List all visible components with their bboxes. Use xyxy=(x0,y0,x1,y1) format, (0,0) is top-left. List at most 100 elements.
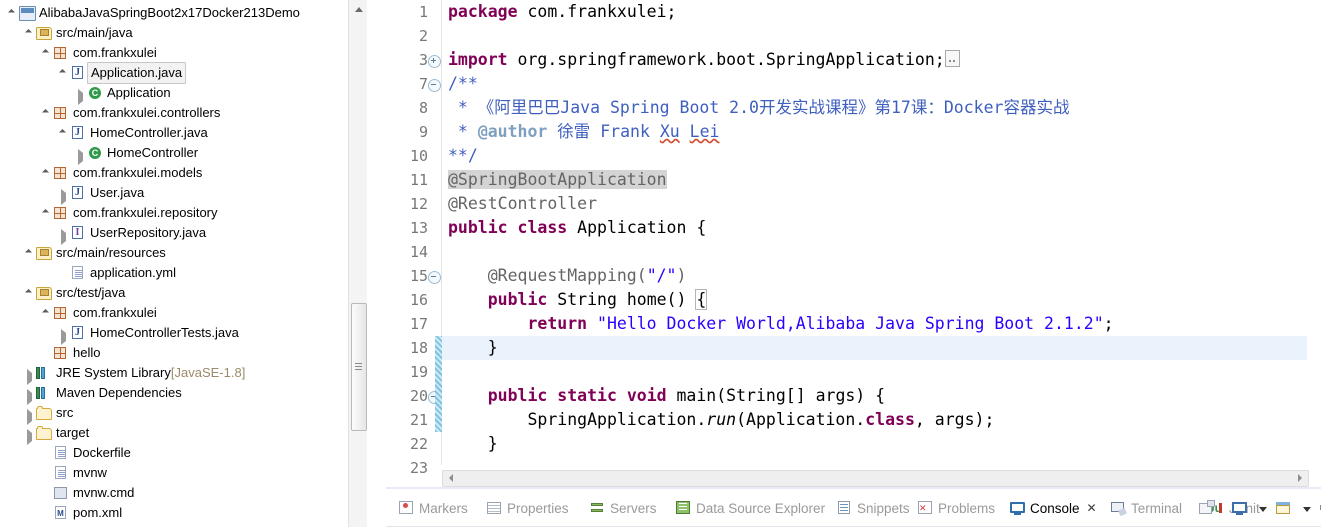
code-line-13[interactable]: public class Application { xyxy=(442,216,1307,240)
tree-item-homecontrollertests-java[interactable]: HomeControllerTests.java xyxy=(0,323,367,345)
code-line-22[interactable]: } xyxy=(442,432,1307,456)
tree-item-jre-system-library[interactable]: JRE System Library [JavaSE-1.8] xyxy=(0,363,367,385)
code-line-8[interactable]: * 《阿里巴巴Java Spring Boot 2.0开发实战课程》第17课：D… xyxy=(442,96,1307,120)
line-number-13[interactable]: 13 xyxy=(386,216,442,240)
twisty-expanded-icon[interactable] xyxy=(58,63,69,83)
code-line-11[interactable]: @SpringBootApplication xyxy=(442,168,1307,192)
code-line-12[interactable]: @RestController xyxy=(442,192,1307,216)
tree-item-user-java[interactable]: User.java xyxy=(0,183,367,205)
line-number-18[interactable]: 18 xyxy=(386,336,442,360)
line-number-16[interactable]: 16 xyxy=(386,288,442,312)
scroll-up-arrow-icon[interactable] xyxy=(349,1,367,17)
line-number-20[interactable]: 20 xyxy=(386,384,442,408)
tree-item-src-main-java[interactable]: src/main/java xyxy=(0,23,367,43)
twisty-collapsed-icon[interactable] xyxy=(75,83,86,105)
line-number-23[interactable]: 23 xyxy=(386,456,442,480)
twisty-expanded-icon[interactable] xyxy=(24,283,35,303)
tree-item-homecontroller-java[interactable]: HomeController.java xyxy=(0,123,367,143)
twisty-collapsed-icon[interactable] xyxy=(24,403,35,425)
tree-item-src[interactable]: src xyxy=(0,403,367,425)
tree-item-maven-dependencies[interactable]: Maven Dependencies xyxy=(0,383,367,405)
tree-item-src-test-java[interactable]: src/test/java xyxy=(0,283,367,303)
code-line-21[interactable]: SpringApplication.run(Application.class,… xyxy=(442,408,1307,432)
twisty-expanded-icon[interactable] xyxy=(41,203,52,223)
java-editor[interactable]: 1 2 3 7 8 9 10 11 12 13 14 15 16 17 18 19 20 21 22 23 packa… xyxy=(386,0,1321,489)
tree-item-mvnw-cmd[interactable]: mvnw.cmd xyxy=(0,483,367,503)
line-number-14[interactable]: 14 xyxy=(386,240,442,264)
view-tab-problems[interactable]: Problems xyxy=(917,493,995,523)
line-number-1[interactable]: 1 xyxy=(386,0,442,24)
line-number-19[interactable]: 19 xyxy=(386,360,442,384)
twisty-expanded-icon[interactable] xyxy=(41,303,52,323)
line-number-15[interactable]: 15 xyxy=(386,264,442,288)
code-line-17[interactable]: return "Hello Docker World,Alibaba Java … xyxy=(442,312,1307,336)
scroll-left-arrow-icon[interactable] xyxy=(445,471,458,484)
twisty-collapsed-icon[interactable] xyxy=(24,363,35,385)
tree-item-src-main-resources[interactable]: src/main/resources xyxy=(0,243,367,263)
tree-item-application[interactable]: Application xyxy=(0,83,367,105)
fold-collapse-icon[interactable] xyxy=(428,79,441,92)
scrollbar-thumb[interactable] xyxy=(351,303,367,431)
line-number-3[interactable]: 3 xyxy=(386,48,442,72)
code-line-14[interactable] xyxy=(442,240,1307,264)
view-tab-snippets[interactable]: Snippets xyxy=(836,493,910,523)
tree-item-hello[interactable]: hello xyxy=(0,343,367,363)
tree-item-com-frankxulei-models[interactable]: com.frankxulei.models xyxy=(0,163,367,183)
twisty-collapsed-icon[interactable] xyxy=(58,323,69,345)
restore-view-button[interactable] xyxy=(1317,500,1321,517)
scroll-right-arrow-icon[interactable] xyxy=(1293,471,1306,484)
close-icon[interactable]: ✕ xyxy=(1087,501,1097,515)
line-number-7[interactable]: 7 xyxy=(386,72,442,96)
minimize-view-button[interactable] xyxy=(1198,500,1216,517)
code-line-16[interactable]: public String home() { xyxy=(442,288,1307,312)
code-line-7[interactable]: /** xyxy=(442,72,1307,96)
editor-gutter[interactable]: 1 2 3 7 8 9 10 11 12 13 14 15 16 17 18 19 20 21 22 23 xyxy=(386,0,442,477)
twisty-collapsed-icon[interactable] xyxy=(24,383,35,405)
editor-horizontal-scrollbar[interactable] xyxy=(442,470,1309,487)
line-number-9[interactable]: 9 xyxy=(386,120,442,144)
view-tab-console[interactable]: Console ✕ xyxy=(1001,492,1123,525)
tree-item-application-java[interactable]: Application.java xyxy=(0,62,367,84)
tree-item-com-frankxulei-controllers[interactable]: com.frankxulei.controllers xyxy=(0,103,367,123)
tree-item-dockerfile[interactable]: Dockerfile xyxy=(0,443,367,463)
line-number-21[interactable]: 21 xyxy=(386,408,442,432)
tree-item-com-frankxulei[interactable]: com.frankxulei xyxy=(0,43,367,63)
line-number-2[interactable]: 2 xyxy=(386,24,442,48)
tree-item-pom-xml[interactable]: pom.xml xyxy=(0,503,367,523)
twisty-expanded-icon[interactable] xyxy=(41,163,52,183)
tree-item-com-frankxulei[interactable]: com.frankxulei xyxy=(0,303,367,323)
line-number-17[interactable]: 17 xyxy=(386,312,442,336)
code-line-18[interactable]: } xyxy=(442,336,1307,360)
line-number-22[interactable]: 22 xyxy=(386,432,442,456)
code-line-10[interactable]: **/ xyxy=(442,144,1307,168)
twisty-collapsed-icon[interactable] xyxy=(75,143,86,165)
code-line-20[interactable]: public static void main(String[] args) { xyxy=(442,384,1307,408)
code-content[interactable]: package com.frankxulei; import org.sprin… xyxy=(442,0,1307,465)
view-tab-servers[interactable]: Servers xyxy=(589,493,657,523)
code-line-9[interactable]: * @author 徐雷 Frank Xu Lei xyxy=(442,120,1307,144)
tree-item-homecontroller[interactable]: HomeController xyxy=(0,143,367,165)
tree-item-target[interactable]: target xyxy=(0,423,367,445)
tree-item-userrepository-java[interactable]: UserRepository.java xyxy=(0,223,367,245)
package-explorer-view[interactable]: AlibabaJavaSpringBoot2x17Docker213Demo sr… xyxy=(0,0,367,527)
tree-item-mvnw[interactable]: mvnw xyxy=(0,463,367,483)
twisty-expanded-icon[interactable] xyxy=(24,243,35,263)
twisty-expanded-icon[interactable] xyxy=(41,103,52,123)
code-line-15[interactable]: @RequestMapping("/") xyxy=(442,264,1307,288)
twisty-collapsed-icon[interactable] xyxy=(24,423,35,445)
view-tab-terminal[interactable]: Terminal xyxy=(1110,493,1182,523)
display-menu-caret[interactable] xyxy=(1254,500,1272,517)
view-tab-properties[interactable]: Properties xyxy=(486,493,569,523)
code-line-1[interactable]: package com.frankxulei; xyxy=(442,0,1307,24)
twisty-expanded-icon[interactable] xyxy=(58,123,69,143)
view-tab-data-source-explorer[interactable]: Data Source Explorer xyxy=(675,493,825,523)
line-number-8[interactable]: 8 xyxy=(386,96,442,120)
fold-expand-icon[interactable] xyxy=(428,55,441,68)
bottom-view-tab-bar[interactable]: Markers Properties Servers Data Source Expl… xyxy=(386,491,1321,527)
tree-item-alibabajavaspringboot2x17docker213demo[interactable]: AlibabaJavaSpringBoot2x17Docker213Demo xyxy=(0,3,367,23)
code-line-19[interactable] xyxy=(442,360,1307,384)
line-number-12[interactable]: 12 xyxy=(386,192,442,216)
twisty-collapsed-icon[interactable] xyxy=(58,223,69,245)
fold-collapse-icon[interactable] xyxy=(428,271,441,284)
explorer-vertical-scrollbar[interactable] xyxy=(348,0,367,527)
